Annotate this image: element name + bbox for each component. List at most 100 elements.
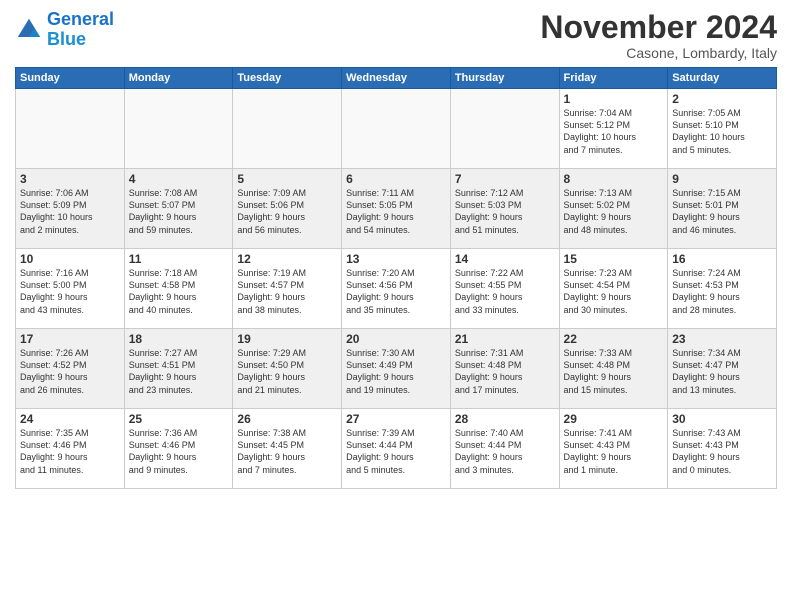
day-info: Sunrise: 7:18 AM Sunset: 4:58 PM Dayligh… (129, 267, 229, 316)
day-number: 10 (20, 252, 120, 266)
day-number: 18 (129, 332, 229, 346)
table-row (233, 89, 342, 169)
day-number: 8 (564, 172, 664, 186)
day-info: Sunrise: 7:08 AM Sunset: 5:07 PM Dayligh… (129, 187, 229, 236)
day-number: 7 (455, 172, 555, 186)
table-row: 10Sunrise: 7:16 AM Sunset: 5:00 PM Dayli… (16, 249, 125, 329)
table-row: 16Sunrise: 7:24 AM Sunset: 4:53 PM Dayli… (668, 249, 777, 329)
day-info: Sunrise: 7:39 AM Sunset: 4:44 PM Dayligh… (346, 427, 446, 476)
day-info: Sunrise: 7:11 AM Sunset: 5:05 PM Dayligh… (346, 187, 446, 236)
day-number: 14 (455, 252, 555, 266)
day-number: 11 (129, 252, 229, 266)
header: General Blue November 2024 Casone, Lomba… (15, 10, 777, 61)
calendar-header-row: Sunday Monday Tuesday Wednesday Thursday… (16, 68, 777, 89)
day-info: Sunrise: 7:12 AM Sunset: 5:03 PM Dayligh… (455, 187, 555, 236)
table-row: 3Sunrise: 7:06 AM Sunset: 5:09 PM Daylig… (16, 169, 125, 249)
logo: General Blue (15, 10, 114, 50)
table-row: 23Sunrise: 7:34 AM Sunset: 4:47 PM Dayli… (668, 329, 777, 409)
table-row: 29Sunrise: 7:41 AM Sunset: 4:43 PM Dayli… (559, 409, 668, 489)
day-number: 1 (564, 92, 664, 106)
table-row: 2Sunrise: 7:05 AM Sunset: 5:10 PM Daylig… (668, 89, 777, 169)
day-number: 21 (455, 332, 555, 346)
page-container: General Blue November 2024 Casone, Lomba… (0, 0, 792, 494)
table-row: 24Sunrise: 7:35 AM Sunset: 4:46 PM Dayli… (16, 409, 125, 489)
day-info: Sunrise: 7:20 AM Sunset: 4:56 PM Dayligh… (346, 267, 446, 316)
day-number: 9 (672, 172, 772, 186)
table-row: 26Sunrise: 7:38 AM Sunset: 4:45 PM Dayli… (233, 409, 342, 489)
col-monday: Monday (124, 68, 233, 89)
day-info: Sunrise: 7:05 AM Sunset: 5:10 PM Dayligh… (672, 107, 772, 156)
day-number: 27 (346, 412, 446, 426)
table-row: 14Sunrise: 7:22 AM Sunset: 4:55 PM Dayli… (450, 249, 559, 329)
table-row: 11Sunrise: 7:18 AM Sunset: 4:58 PM Dayli… (124, 249, 233, 329)
table-row: 27Sunrise: 7:39 AM Sunset: 4:44 PM Dayli… (342, 409, 451, 489)
day-info: Sunrise: 7:24 AM Sunset: 4:53 PM Dayligh… (672, 267, 772, 316)
calendar-week-row: 1Sunrise: 7:04 AM Sunset: 5:12 PM Daylig… (16, 89, 777, 169)
table-row: 6Sunrise: 7:11 AM Sunset: 5:05 PM Daylig… (342, 169, 451, 249)
day-number: 12 (237, 252, 337, 266)
day-number: 15 (564, 252, 664, 266)
col-friday: Friday (559, 68, 668, 89)
day-info: Sunrise: 7:33 AM Sunset: 4:48 PM Dayligh… (564, 347, 664, 396)
location-subtitle: Casone, Lombardy, Italy (540, 45, 777, 61)
day-number: 22 (564, 332, 664, 346)
day-number: 16 (672, 252, 772, 266)
month-title: November 2024 (540, 10, 777, 45)
table-row: 8Sunrise: 7:13 AM Sunset: 5:02 PM Daylig… (559, 169, 668, 249)
table-row (342, 89, 451, 169)
day-number: 28 (455, 412, 555, 426)
table-row: 17Sunrise: 7:26 AM Sunset: 4:52 PM Dayli… (16, 329, 125, 409)
day-info: Sunrise: 7:40 AM Sunset: 4:44 PM Dayligh… (455, 427, 555, 476)
calendar-week-row: 17Sunrise: 7:26 AM Sunset: 4:52 PM Dayli… (16, 329, 777, 409)
day-info: Sunrise: 7:09 AM Sunset: 5:06 PM Dayligh… (237, 187, 337, 236)
day-info: Sunrise: 7:36 AM Sunset: 4:46 PM Dayligh… (129, 427, 229, 476)
table-row: 20Sunrise: 7:30 AM Sunset: 4:49 PM Dayli… (342, 329, 451, 409)
day-number: 20 (346, 332, 446, 346)
day-info: Sunrise: 7:26 AM Sunset: 4:52 PM Dayligh… (20, 347, 120, 396)
day-info: Sunrise: 7:15 AM Sunset: 5:01 PM Dayligh… (672, 187, 772, 236)
day-info: Sunrise: 7:31 AM Sunset: 4:48 PM Dayligh… (455, 347, 555, 396)
day-info: Sunrise: 7:13 AM Sunset: 5:02 PM Dayligh… (564, 187, 664, 236)
table-row: 21Sunrise: 7:31 AM Sunset: 4:48 PM Dayli… (450, 329, 559, 409)
day-number: 29 (564, 412, 664, 426)
calendar-week-row: 24Sunrise: 7:35 AM Sunset: 4:46 PM Dayli… (16, 409, 777, 489)
table-row: 7Sunrise: 7:12 AM Sunset: 5:03 PM Daylig… (450, 169, 559, 249)
day-number: 24 (20, 412, 120, 426)
table-row: 9Sunrise: 7:15 AM Sunset: 5:01 PM Daylig… (668, 169, 777, 249)
table-row: 13Sunrise: 7:20 AM Sunset: 4:56 PM Dayli… (342, 249, 451, 329)
day-info: Sunrise: 7:35 AM Sunset: 4:46 PM Dayligh… (20, 427, 120, 476)
table-row (16, 89, 125, 169)
day-number: 4 (129, 172, 229, 186)
table-row: 15Sunrise: 7:23 AM Sunset: 4:54 PM Dayli… (559, 249, 668, 329)
table-row: 5Sunrise: 7:09 AM Sunset: 5:06 PM Daylig… (233, 169, 342, 249)
day-number: 17 (20, 332, 120, 346)
day-info: Sunrise: 7:23 AM Sunset: 4:54 PM Dayligh… (564, 267, 664, 316)
col-wednesday: Wednesday (342, 68, 451, 89)
day-info: Sunrise: 7:34 AM Sunset: 4:47 PM Dayligh… (672, 347, 772, 396)
day-info: Sunrise: 7:16 AM Sunset: 5:00 PM Dayligh… (20, 267, 120, 316)
table-row: 28Sunrise: 7:40 AM Sunset: 4:44 PM Dayli… (450, 409, 559, 489)
day-info: Sunrise: 7:27 AM Sunset: 4:51 PM Dayligh… (129, 347, 229, 396)
calendar-week-row: 10Sunrise: 7:16 AM Sunset: 5:00 PM Dayli… (16, 249, 777, 329)
day-number: 2 (672, 92, 772, 106)
table-row (450, 89, 559, 169)
table-row: 12Sunrise: 7:19 AM Sunset: 4:57 PM Dayli… (233, 249, 342, 329)
logo-icon (15, 16, 43, 44)
day-info: Sunrise: 7:43 AM Sunset: 4:43 PM Dayligh… (672, 427, 772, 476)
day-number: 26 (237, 412, 337, 426)
day-number: 23 (672, 332, 772, 346)
day-info: Sunrise: 7:22 AM Sunset: 4:55 PM Dayligh… (455, 267, 555, 316)
table-row: 30Sunrise: 7:43 AM Sunset: 4:43 PM Dayli… (668, 409, 777, 489)
table-row: 19Sunrise: 7:29 AM Sunset: 4:50 PM Dayli… (233, 329, 342, 409)
day-number: 6 (346, 172, 446, 186)
logo-text: General Blue (47, 10, 114, 50)
day-info: Sunrise: 7:06 AM Sunset: 5:09 PM Dayligh… (20, 187, 120, 236)
day-info: Sunrise: 7:29 AM Sunset: 4:50 PM Dayligh… (237, 347, 337, 396)
table-row: 4Sunrise: 7:08 AM Sunset: 5:07 PM Daylig… (124, 169, 233, 249)
table-row: 1Sunrise: 7:04 AM Sunset: 5:12 PM Daylig… (559, 89, 668, 169)
day-number: 25 (129, 412, 229, 426)
table-row: 18Sunrise: 7:27 AM Sunset: 4:51 PM Dayli… (124, 329, 233, 409)
table-row (124, 89, 233, 169)
table-row: 25Sunrise: 7:36 AM Sunset: 4:46 PM Dayli… (124, 409, 233, 489)
day-number: 5 (237, 172, 337, 186)
